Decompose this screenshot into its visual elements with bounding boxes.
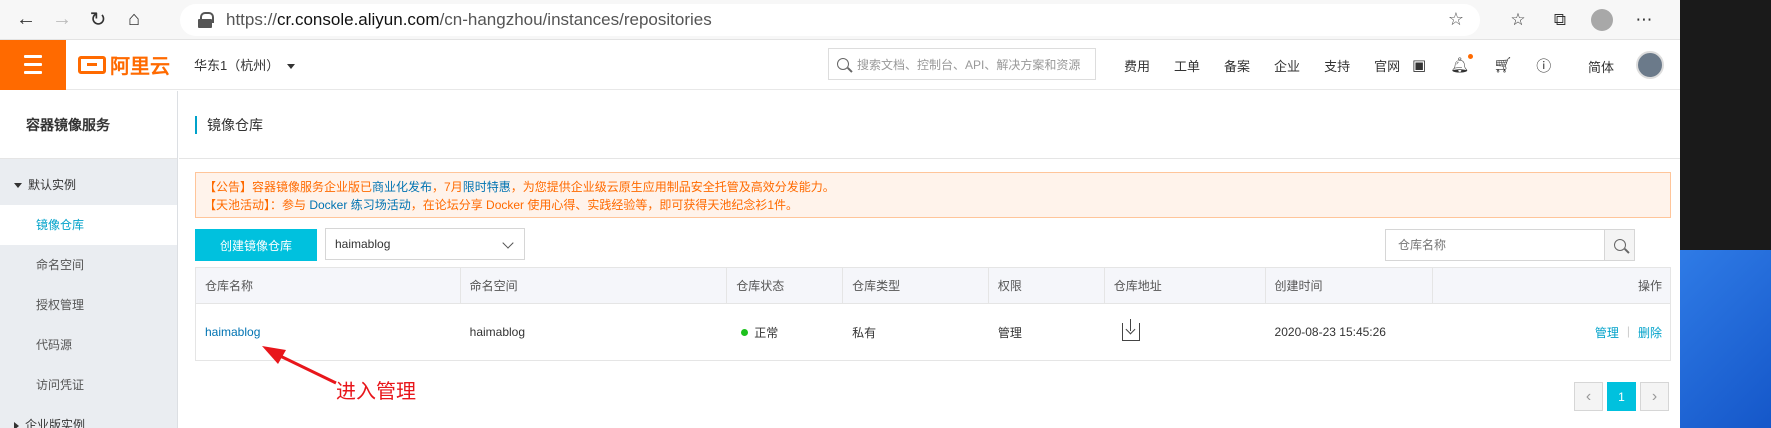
notice-banner: 【公告】容器镜像服务企业版已商业化发布，7月限时特惠，为您提供企业级云原生应用制… xyxy=(195,172,1671,218)
annotation-text: 进入管理 xyxy=(336,379,416,403)
notice-link-discount[interactable]: 限时特惠 xyxy=(463,180,511,194)
column-header-status: 仓库状态 xyxy=(727,268,844,303)
language-switch[interactable]: 简体 xyxy=(1588,57,1614,76)
caret-down-icon xyxy=(287,64,296,70)
lock-icon xyxy=(198,12,214,28)
pagination: ‹ 1 › xyxy=(1570,382,1669,411)
sidebar-group-label: 默认实例 xyxy=(28,178,77,192)
notice-link-docker-activity[interactable]: Docker 练习场活动 xyxy=(309,198,410,212)
sidebar-group-label: 企业版实例 xyxy=(25,418,86,428)
terminal-icon[interactable]: ▣ xyxy=(1412,56,1426,74)
desktop-background xyxy=(1680,0,1771,428)
column-header-namespace: 命名空间 xyxy=(461,268,728,303)
search-button[interactable] xyxy=(1604,230,1634,260)
action-separator: | xyxy=(1626,323,1630,338)
cart-icon[interactable]: 🛒︎ xyxy=(1493,56,1512,74)
notice-text: ，为您提供企业级云原生应用制品安全托管及高效分发能力。 xyxy=(510,180,835,194)
table-header: 仓库名称 命名空间 仓库状态 仓库类型 权限 仓库地址 创建时间 操作 xyxy=(196,268,1670,304)
avatar[interactable] xyxy=(1636,51,1664,79)
column-header-permission: 权限 xyxy=(989,268,1105,303)
page-number-button[interactable]: 1 xyxy=(1607,382,1636,411)
sidebar: 容器镜像服务 默认实例 镜像仓库 命名空间 授权管理 代码源 访问凭证 企业版实… xyxy=(0,91,178,428)
topbar-link-support[interactable]: 支持 xyxy=(1324,56,1350,75)
table-row: haimablog haimablog 正常 私有 管理 2020-08-23 … xyxy=(196,304,1670,360)
namespace-select[interactable]: haimablog xyxy=(325,228,525,260)
page-header: 镜像仓库 xyxy=(179,91,1680,159)
sidebar-item-namespaces[interactable]: 命名空间 xyxy=(0,245,177,285)
namespace-select-value: haimablog xyxy=(335,237,391,251)
sidebar-item-code-source[interactable]: 代码源 xyxy=(0,325,177,365)
search-icon xyxy=(1613,239,1626,251)
topbar-link-ticket[interactable]: 工单 xyxy=(1174,56,1200,75)
notice-link-commercial[interactable]: 商业化发布 xyxy=(372,180,432,194)
forward-icon[interactable]: → xyxy=(44,2,80,38)
sidebar-group-enterprise-instance[interactable]: 企业版实例 xyxy=(0,405,177,428)
chevron-down-icon xyxy=(502,237,514,249)
sidebar-item-repositories[interactable]: 镜像仓库 xyxy=(0,205,177,245)
home-icon[interactable]: ⌂ xyxy=(116,2,152,38)
delete-link[interactable]: 删除 xyxy=(1638,324,1662,341)
topbar-link-website[interactable]: 官网 xyxy=(1374,56,1400,75)
global-search[interactable]: 搜索文档、控制台、API、解决方案和资源 xyxy=(828,48,1096,80)
more-icon[interactable]: ⋯ xyxy=(1626,4,1662,36)
topbar-link-billing[interactable]: 费用 xyxy=(1124,56,1150,75)
aliyun-logo[interactable]: 阿里云 xyxy=(78,50,170,79)
bell-icon[interactable]: 🔔︎ xyxy=(1450,54,1474,74)
create-repository-button[interactable]: 创建镜像仓库 xyxy=(195,229,317,261)
address-bar[interactable]: https://cr.console.aliyun.com/cn-hangzho… xyxy=(180,4,1480,36)
region-selector[interactable]: 华东1（杭州） xyxy=(194,55,296,74)
aliyun-logo-mark-icon xyxy=(78,55,106,74)
caret-down-icon xyxy=(14,183,22,189)
repository-status: 正常 xyxy=(727,304,843,360)
repository-search xyxy=(1385,229,1635,261)
status-dot-icon xyxy=(741,328,749,336)
refresh-icon[interactable]: ↻ xyxy=(80,2,116,38)
favorite-star-icon[interactable]: ☆ xyxy=(1448,9,1464,30)
menu-icon[interactable] xyxy=(0,39,66,90)
browser-toolbar: ← → ↻ ⌂ https://cr.console.aliyun.com/cn… xyxy=(0,0,1680,40)
download-address-icon[interactable] xyxy=(1121,319,1140,341)
collections-icon[interactable]: ⧉ xyxy=(1542,4,1578,36)
profile-icon[interactable] xyxy=(1584,4,1620,36)
back-icon[interactable]: ← xyxy=(8,2,44,38)
status-label: 正常 xyxy=(754,325,779,340)
repository-namespace: haimablog xyxy=(469,325,526,339)
repository-name-link[interactable]: haimablog xyxy=(205,325,260,339)
page-title: 镜像仓库 xyxy=(207,116,263,133)
repository-type: 私有 xyxy=(852,325,877,340)
search-icon xyxy=(837,58,849,70)
sidebar-item-credentials[interactable]: 访问凭证 xyxy=(0,365,177,405)
column-header-actions: 操作 xyxy=(1637,279,1662,293)
sidebar-title: 容器镜像服务 xyxy=(0,91,177,159)
notice-text: ，在论坛分享 Docker 使用心得、实践经验等，即可获得天池纪念衫1件。 xyxy=(410,198,799,212)
global-search-placeholder: 搜索文档、控制台、API、解决方案和资源 xyxy=(857,57,1081,72)
repository-created-time: 2020-08-23 15:45:26 xyxy=(1274,325,1386,339)
next-page-button[interactable]: › xyxy=(1640,382,1669,411)
title-accent-bar xyxy=(195,115,197,134)
topbar-link-icp[interactable]: 备案 xyxy=(1224,56,1250,75)
console-topbar: 阿里云 华东1（杭州） 搜索文档、控制台、API、解决方案和资源 费用 工单 备… xyxy=(0,39,1680,90)
region-label: 华东1（杭州） xyxy=(194,58,280,73)
manage-link[interactable]: 管理 xyxy=(1595,324,1619,341)
topbar-link-enterprise[interactable]: 企业 xyxy=(1274,56,1300,75)
sidebar-item-authorization[interactable]: 授权管理 xyxy=(0,285,177,325)
sidebar-group-default-instance[interactable]: 默认实例 xyxy=(0,165,177,205)
help-icon[interactable]: ⓘ xyxy=(1536,55,1551,76)
logo-text: 阿里云 xyxy=(110,56,170,78)
url-text: https://cr.console.aliyun.com/cn-hangzho… xyxy=(226,10,712,29)
notice-text: 【天池活动】：参与 xyxy=(204,198,310,212)
repository-table: 仓库名称 命名空间 仓库状态 仓库类型 权限 仓库地址 创建时间 操作 haim… xyxy=(195,267,1671,361)
prev-page-button[interactable]: ‹ xyxy=(1574,382,1603,411)
column-header-address: 仓库地址 xyxy=(1105,268,1266,303)
column-header-type: 仓库类型 xyxy=(843,268,989,303)
notice-text: ，7月 xyxy=(432,180,463,194)
repository-permission: 管理 xyxy=(997,325,1022,340)
favorites-icon[interactable]: ☆ xyxy=(1500,4,1536,36)
column-header-created: 创建时间 xyxy=(1266,268,1434,303)
repository-search-input[interactable] xyxy=(1386,230,1604,260)
caret-right-icon xyxy=(14,421,19,428)
notice-text: 【公告】容器镜像服务企业版已 xyxy=(204,180,373,194)
column-header-name: 仓库名称 xyxy=(196,268,461,303)
